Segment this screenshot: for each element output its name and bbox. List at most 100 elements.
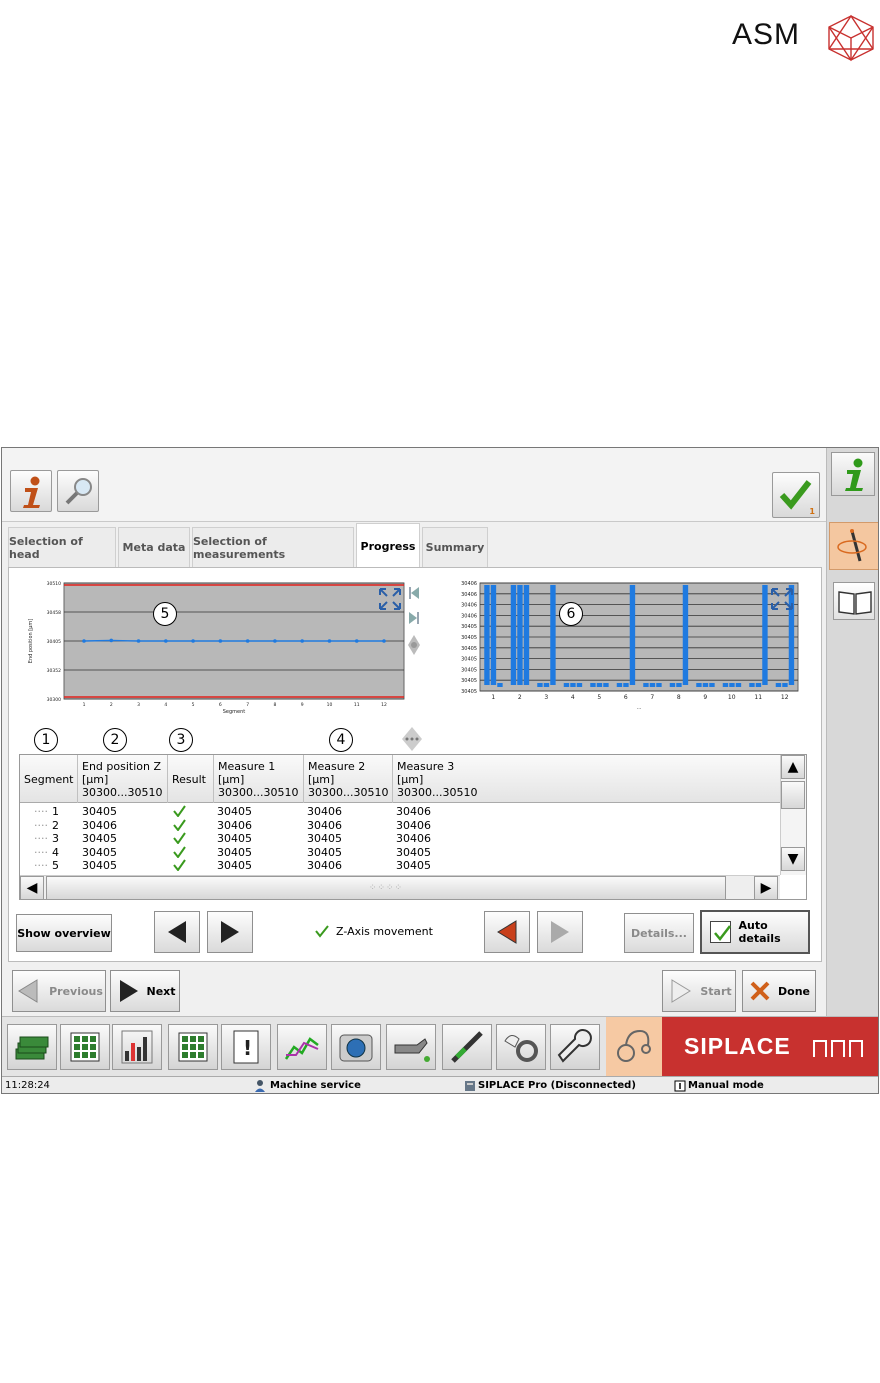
y-tick-label: 30405 <box>461 624 477 630</box>
x-tick-label: 10 <box>327 702 333 708</box>
next-button[interactable]: Next <box>110 970 180 1012</box>
info-button[interactable] <box>10 470 52 512</box>
details-button[interactable]: Details... <box>624 913 694 953</box>
bar <box>656 683 662 687</box>
prev-step-button[interactable] <box>484 911 530 953</box>
scroll-thumb[interactable] <box>781 781 805 809</box>
board-button[interactable] <box>168 1024 218 1070</box>
trend-button[interactable] <box>277 1024 327 1070</box>
oil-can-button[interactable] <box>386 1024 436 1070</box>
hand-gear-button[interactable] <box>496 1024 546 1070</box>
camera-icon <box>339 1034 373 1062</box>
x-tick-label: 8 <box>677 694 681 701</box>
logo-text: ASM <box>732 18 801 51</box>
confirm-button[interactable]: 1 <box>772 472 820 518</box>
auto-details-toggle[interactable]: Auto details <box>700 910 810 954</box>
tab-selection-of-measurements[interactable]: Selection of measurements <box>192 527 354 567</box>
wizard-button[interactable] <box>829 522 878 570</box>
scroll-down-button[interactable]: ▼ <box>781 847 805 871</box>
start-button[interactable]: Start <box>662 970 736 1012</box>
tab-meta-data[interactable]: Meta data <box>118 527 190 567</box>
measure-1-cell: 30405 <box>217 859 252 872</box>
bar <box>696 683 702 687</box>
z-axis-label: Z-Axis movement <box>336 925 433 938</box>
data-point <box>300 639 304 643</box>
col-measure-3[interactable]: Measure 3 [µm] 30300...30510 <box>393 755 780 803</box>
scroll-left-button[interactable]: ◀ <box>20 876 44 899</box>
prev-segment-button[interactable] <box>154 911 200 953</box>
measure-2-cell: 30406 <box>307 859 342 872</box>
data-point <box>245 639 250 643</box>
next-segment-button[interactable] <box>207 911 253 953</box>
end-position-cell: 30405 <box>82 845 117 859</box>
measure-1-cell: 30405 <box>217 845 252 859</box>
taskbar: ! SIPLACE <box>2 1016 878 1077</box>
show-overview-button[interactable]: Show overview <box>16 914 112 952</box>
chart-splitter[interactable] <box>406 583 422 671</box>
tab-summary[interactable]: Summary <box>422 527 488 567</box>
col-segment[interactable]: Segment <box>20 755 78 803</box>
siplace-brand-area: SIPLACE <box>606 1017 878 1077</box>
table-row[interactable]: ···· 5 30405 30405 30406 30405 <box>20 859 780 872</box>
table-row[interactable]: ···· 1 30405 30405 30406 30406 <box>20 805 780 818</box>
camera-button[interactable] <box>331 1024 381 1070</box>
done-button[interactable]: Done <box>742 970 816 1012</box>
bar <box>576 683 583 687</box>
bar <box>537 683 543 687</box>
wrench-button[interactable] <box>550 1024 600 1070</box>
col-end-position-z[interactable]: End position Z [µm] 30300...30510 <box>78 755 168 803</box>
y-tick-label: 30406 <box>461 613 477 619</box>
data-point <box>327 639 332 643</box>
previous-button[interactable]: Previous <box>12 970 106 1012</box>
money-button[interactable] <box>7 1024 57 1070</box>
grid-icon <box>70 1032 100 1062</box>
bar <box>484 585 490 685</box>
vertical-scrollbar[interactable]: ▲ ▼ <box>780 755 806 875</box>
x-tick-label: 7 <box>246 702 249 708</box>
info-panel-button[interactable] <box>831 452 875 496</box>
z-axis-check-icon <box>315 925 329 938</box>
next-step-button[interactable] <box>537 911 583 953</box>
table-row[interactable]: ···· 3 30405 30405 30405 30406 <box>20 832 780 845</box>
search-button[interactable] <box>57 470 99 512</box>
table-row[interactable]: ···· 4 30405 30405 30405 30405 <box>20 846 780 859</box>
right-side-panel <box>826 448 878 1016</box>
scroll-right-button[interactable]: ▶ <box>754 876 778 899</box>
table-row[interactable]: ···· 2 30406 30406 30406 30406 <box>20 819 780 832</box>
manual-button[interactable] <box>833 582 875 620</box>
auto-details-checkbox[interactable] <box>710 921 731 943</box>
x-axis-label: ... <box>637 705 642 711</box>
bar-chart-button[interactable] <box>112 1024 162 1070</box>
nozzle-button[interactable] <box>442 1024 492 1070</box>
bar <box>649 683 656 687</box>
measure-3-cell: 30405 <box>396 859 431 872</box>
svg-text:!: ! <box>243 1036 252 1060</box>
book-icon <box>838 591 872 615</box>
grid-button[interactable] <box>60 1024 110 1070</box>
table-header: Segment End position Z [µm] 30300...30510 … <box>20 755 780 803</box>
tab-progress[interactable]: Progress <box>356 523 420 569</box>
x-tick-label: 2 <box>110 702 113 708</box>
data-point <box>136 639 141 643</box>
diagnostics-button[interactable] <box>606 1017 662 1077</box>
manual-mode-icon <box>674 1080 686 1092</box>
scroll-up-button[interactable]: ▲ <box>781 755 805 779</box>
magic-wand-icon <box>837 529 867 562</box>
tab-selection-of-head[interactable]: Selection of head <box>8 527 116 567</box>
horizontal-splitter-handle[interactable] <box>398 726 426 752</box>
horizontal-scroll-thumb[interactable]: ⁘⁘⁘⁘ <box>46 876 726 899</box>
col-measure-1[interactable]: Measure 1 [µm] 30300...30510 <box>214 755 304 803</box>
result-ok-icon <box>173 845 186 858</box>
warning-doc-button[interactable]: ! <box>221 1024 271 1070</box>
horizontal-scrollbar[interactable]: ◀ ⁘⁘⁘⁘ ▶ <box>20 875 780 899</box>
x-tick-label: 4 <box>571 694 575 701</box>
measurements-bar-chart: 30406 30406 30406 30406 30405 30405 30405 30405… <box>461 581 799 711</box>
bar <box>590 683 596 687</box>
x-tick-label: 12 <box>781 694 789 701</box>
col-result[interactable]: Result <box>168 755 214 803</box>
end-position-cell: 30406 <box>82 818 117 832</box>
end-position-cell: 30405 <box>82 805 117 818</box>
measure-3-cell: 30405 <box>396 845 431 859</box>
result-ok-icon <box>173 818 186 831</box>
col-measure-2[interactable]: Measure 2 [µm] 30300...30510 <box>304 755 393 803</box>
